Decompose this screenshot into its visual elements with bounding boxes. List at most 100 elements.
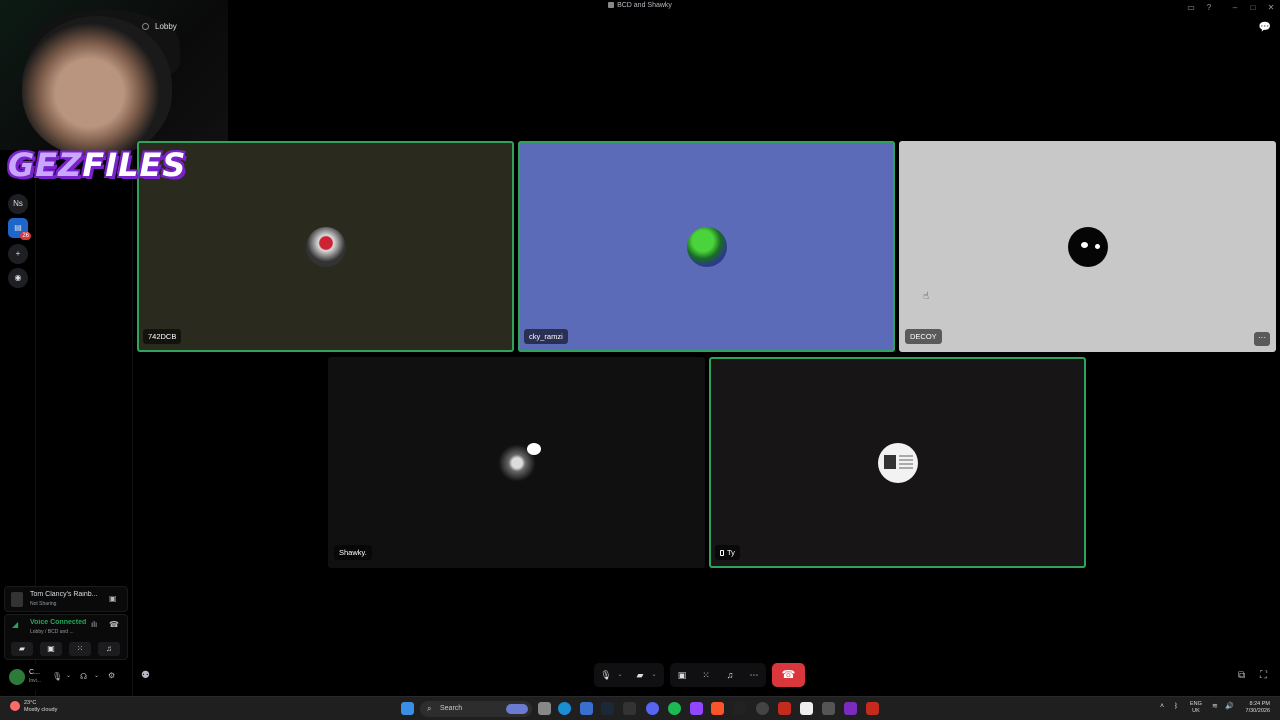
activities-button[interactable]: ⁙	[69, 642, 91, 656]
call-icon	[608, 2, 615, 8]
disconnect-call-button[interactable]: ☎	[772, 663, 805, 687]
spotify-icon[interactable]	[668, 702, 681, 715]
call-actions: ▣ ⁙ ♫ ⋯	[670, 663, 766, 687]
inbox-icon[interactable]: ▭	[1184, 2, 1198, 14]
participant-name: Ty	[715, 545, 740, 560]
windows-start-icon[interactable]	[401, 702, 414, 715]
vscode-icon[interactable]	[580, 702, 593, 715]
clock[interactable]: 8:24 PM 7/30/2026	[1240, 701, 1270, 715]
disconnect-icon[interactable]: ☎	[109, 620, 119, 629]
streamer-webcam	[0, 0, 228, 156]
brave-icon[interactable]	[711, 702, 724, 715]
microphone-icon[interactable]: 🎙	[52, 672, 62, 681]
windows-taskbar: 23°C Mostly cloudy ⌕ Search ˄ ᛒ ENG UK ≋ 🔊…	[0, 696, 1280, 720]
chrome-icon[interactable]	[756, 702, 769, 715]
tray-chevron-icon[interactable]: ˄	[1160, 703, 1164, 710]
chevron-down-icon[interactable]: ⌄	[650, 667, 658, 683]
noise-suppression-icon[interactable]: ılı	[91, 620, 97, 629]
wifi-icon[interactable]: ≋	[1212, 703, 1218, 710]
edge-icon[interactable]	[558, 702, 571, 715]
screen-share-button[interactable]: ▣	[40, 642, 62, 656]
activity-subtitle: Not Sharing	[30, 601, 57, 607]
mic-camera-controls: 🎙 ⌄ ▰ ⌄	[594, 663, 664, 687]
chevron-down-icon[interactable]: ⌄	[66, 672, 71, 679]
more-options-button[interactable]: ⋯	[746, 667, 762, 683]
username: C...	[29, 669, 40, 676]
bluetooth-icon[interactable]: ᛒ	[1174, 703, 1178, 710]
weather-widget[interactable]: 23°C Mostly cloudy	[10, 700, 57, 714]
discord-icon[interactable]	[646, 702, 659, 715]
microphone-toggle-button[interactable]: 🎙	[598, 667, 614, 683]
user-avatar[interactable]	[9, 669, 25, 685]
discover-icon[interactable]: ◉	[8, 268, 28, 288]
voice-panel: ◢ Voice Connected Lobby / BCD and ... ıl…	[4, 614, 128, 660]
language-indicator[interactable]: ENG UK	[1190, 701, 1202, 715]
participant-avatar	[1067, 226, 1108, 267]
settings-gear-icon[interactable]: ⚙	[108, 671, 115, 680]
task-view-icon[interactable]	[538, 702, 551, 715]
channel-header: Lobby	[142, 22, 177, 31]
voice-status: Voice Connected	[30, 619, 86, 626]
server-folder-icon[interactable]: ▤ 26	[8, 218, 31, 240]
more-options-button[interactable]: ···	[1254, 332, 1270, 346]
maximize-button[interactable]: □	[1246, 2, 1260, 14]
activity-title: Tom Clancy's Rainb...	[30, 591, 98, 598]
activity-panel: Tom Clancy's Rainb... Not Sharing ▣	[4, 586, 128, 612]
participant-name: DECOY	[905, 329, 942, 344]
gezfiles-logo: GEZFILES	[8, 146, 187, 184]
next-icon[interactable]	[844, 702, 857, 715]
participant-avatar	[496, 442, 541, 483]
mouse-cursor-icon: ☝	[923, 291, 930, 302]
search-icon: ⌕	[427, 704, 432, 713]
chat-icon[interactable]: 💬	[1258, 22, 1272, 34]
channel-name: Lobby	[155, 22, 177, 31]
close-button[interactable]: ✕	[1264, 2, 1278, 14]
tradingview-icon[interactable]	[733, 702, 746, 715]
camera-toggle-button[interactable]: ▰	[632, 667, 648, 683]
app-icon[interactable]	[822, 702, 835, 715]
chevron-down-icon[interactable]: ⌄	[94, 672, 99, 679]
game-icon	[11, 592, 23, 607]
participant-tile-ty[interactable]: Ty	[709, 357, 1086, 568]
headphones-icon[interactable]: ☊	[80, 672, 87, 681]
weather-icon	[10, 701, 20, 711]
fullscreen-icon[interactable]: ⛶	[1260, 670, 1267, 681]
user-panel: C... Invi... 🎙 ⌄ ☊ ⌄ ⚙	[4, 664, 128, 690]
obs-icon[interactable]	[690, 702, 703, 715]
participant-tile-shawky[interactable]: Shawky.	[328, 357, 705, 568]
chevron-down-icon[interactable]: ⌄	[616, 667, 624, 683]
participant-tile-742dcb[interactable]: 742DCB	[137, 141, 514, 352]
activities-button[interactable]: ⁙	[698, 667, 714, 683]
pop-out-icon[interactable]: ⧉	[1238, 670, 1245, 681]
volume-icon[interactable]: 🔊	[1225, 703, 1234, 710]
app-icon[interactable]	[866, 702, 879, 715]
add-server-icon[interactable]: +	[8, 244, 28, 264]
user-status: Invi...	[29, 678, 41, 684]
participant-tile-cky-ramzi[interactable]: cky_ramzi	[518, 141, 895, 352]
participant-tile-decoy[interactable]: ☝ DECOY ···	[899, 141, 1276, 352]
voice-channel: Lobby / BCD and ...	[30, 629, 74, 635]
mobile-icon	[720, 550, 724, 556]
soundboard-button[interactable]: ♫	[98, 642, 120, 656]
share-screen-icon[interactable]: ▣	[109, 594, 117, 603]
participant-avatar	[877, 442, 918, 483]
xbox-icon[interactable]	[778, 702, 791, 715]
screen-share-button[interactable]: ▣	[674, 667, 690, 683]
steam-icon[interactable]	[601, 702, 614, 715]
app-icon[interactable]	[623, 702, 636, 715]
participant-name: 742DCB	[143, 329, 182, 344]
signal-icon[interactable]: ◢	[12, 620, 18, 629]
minimize-button[interactable]: –	[1228, 2, 1242, 14]
unread-badge: 26	[20, 232, 31, 240]
soundboard-button[interactable]: ♫	[722, 667, 738, 683]
participant-name: cky_ramzi	[524, 329, 568, 344]
camera-button[interactable]: ▰	[11, 642, 33, 656]
invite-user-icon[interactable]: ⚉	[141, 670, 150, 681]
speaker-icon	[142, 23, 149, 30]
participant-avatar	[305, 226, 346, 267]
server-ns[interactable]: Ns	[8, 194, 28, 214]
notion-icon[interactable]	[800, 702, 813, 715]
help-icon[interactable]: ?	[1202, 2, 1216, 14]
participant-avatar	[686, 226, 727, 267]
taskbar-search[interactable]: ⌕ Search	[420, 701, 532, 717]
